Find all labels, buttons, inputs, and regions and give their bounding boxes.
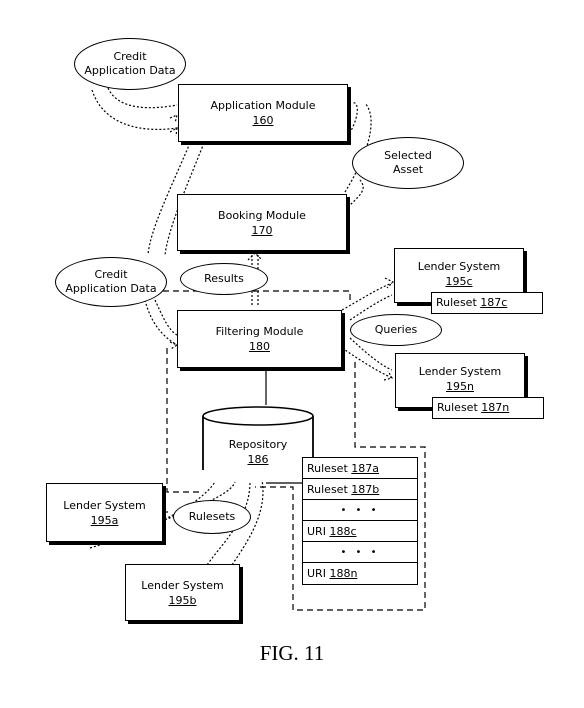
flow-credit-application-data-mid: Credit Application Data — [55, 257, 167, 307]
flow-label-line1: Credit — [113, 50, 147, 63]
repository-entry-uri-188c: URI 188c — [303, 521, 417, 542]
entry-ref: 187a — [351, 461, 380, 475]
application-module: Application Module 160 — [178, 84, 348, 142]
flow-rulesets: Rulesets — [173, 500, 251, 534]
ruleset-187c: Ruleset 187c — [431, 292, 543, 314]
node-label: Booking Module — [218, 208, 306, 222]
node-ref: 180 — [249, 340, 270, 353]
node-label: Lender System — [63, 498, 146, 512]
node-ref: 160 — [252, 114, 274, 127]
booking-module: Booking Module 170 — [177, 194, 347, 251]
node-ref: 195a — [90, 513, 119, 527]
lender-system-195b: Lender System 195b — [125, 564, 240, 621]
repository-entry-ellipsis: • • • — [303, 542, 417, 563]
flow-queries: Queries — [350, 314, 442, 346]
flow-label: Rulesets — [188, 510, 236, 523]
ruleset-ref: 187n — [481, 401, 510, 414]
node-label: Filtering Module — [215, 325, 304, 338]
repository-entry-uri-188n: URI 188n — [303, 563, 417, 584]
arrow-cad-to-app-1 — [107, 87, 178, 109]
dashed-line-left-vertical — [166, 348, 200, 493]
node-ref: 195n — [446, 380, 474, 393]
node-label: Repository — [228, 438, 288, 451]
entry-label: URI — [307, 567, 326, 580]
arrow-queries-to-195n — [341, 347, 393, 379]
filtering-module: Filtering Module 180 — [177, 310, 342, 368]
entry-ref: 187b — [351, 482, 380, 496]
flow-label-line2: Application Data — [84, 64, 176, 77]
node-label: Application Module — [210, 99, 316, 112]
figure-caption: FIG. 11 — [259, 641, 325, 665]
flow-selected-asset: Selected Asset — [352, 137, 464, 189]
node-label: Lender System — [418, 365, 502, 378]
repository-entry-ruleset-187b: Ruleset 187b — [303, 479, 417, 500]
arrow-cad-to-filter — [144, 299, 178, 346]
entry-label: Ruleset — [307, 482, 348, 496]
flow-results: Results — [180, 263, 268, 295]
node-ref: 195c — [445, 275, 473, 288]
flow-label-line2: Asset — [392, 163, 424, 176]
entry-ref: 188n — [329, 567, 358, 580]
entry-ref: 188c — [329, 524, 357, 538]
entry-label: Ruleset — [307, 461, 348, 475]
lender-system-195a: Lender System 195a — [46, 483, 163, 542]
repository-entry-ellipsis: • • • — [303, 500, 417, 521]
ellipsis-icon: • • • — [340, 546, 380, 558]
flow-label: Queries — [374, 323, 418, 336]
flow-label-line2: Application Data — [65, 282, 157, 295]
repository: Repository 186 — [202, 437, 314, 467]
entry-label: URI — [307, 524, 326, 538]
ruleset-187n: Ruleset 187n — [432, 397, 544, 419]
flow-label-line1: Selected — [384, 149, 432, 162]
flow-credit-application-data-top: Credit Application Data — [74, 38, 186, 90]
flow-label-line1: Credit — [94, 268, 128, 281]
ruleset-label: Ruleset — [437, 401, 478, 414]
repository-entries: Ruleset 187a Ruleset 187b • • • URI 188c… — [302, 457, 418, 585]
node-ref: 170 — [251, 223, 273, 237]
repository-entry-ruleset-187a: Ruleset 187a — [303, 458, 417, 479]
node-label: Lender System — [141, 578, 224, 592]
arrow-cad-to-app-2 — [91, 89, 178, 130]
node-label: Lender System — [417, 260, 501, 273]
ruleset-label: Ruleset — [436, 296, 477, 309]
flow-label: Results — [204, 272, 244, 285]
node-ref: 186 — [247, 453, 269, 466]
node-ref: 195b — [168, 593, 197, 607]
ellipsis-icon: • • • — [340, 504, 380, 516]
ruleset-ref: 187c — [480, 296, 508, 309]
